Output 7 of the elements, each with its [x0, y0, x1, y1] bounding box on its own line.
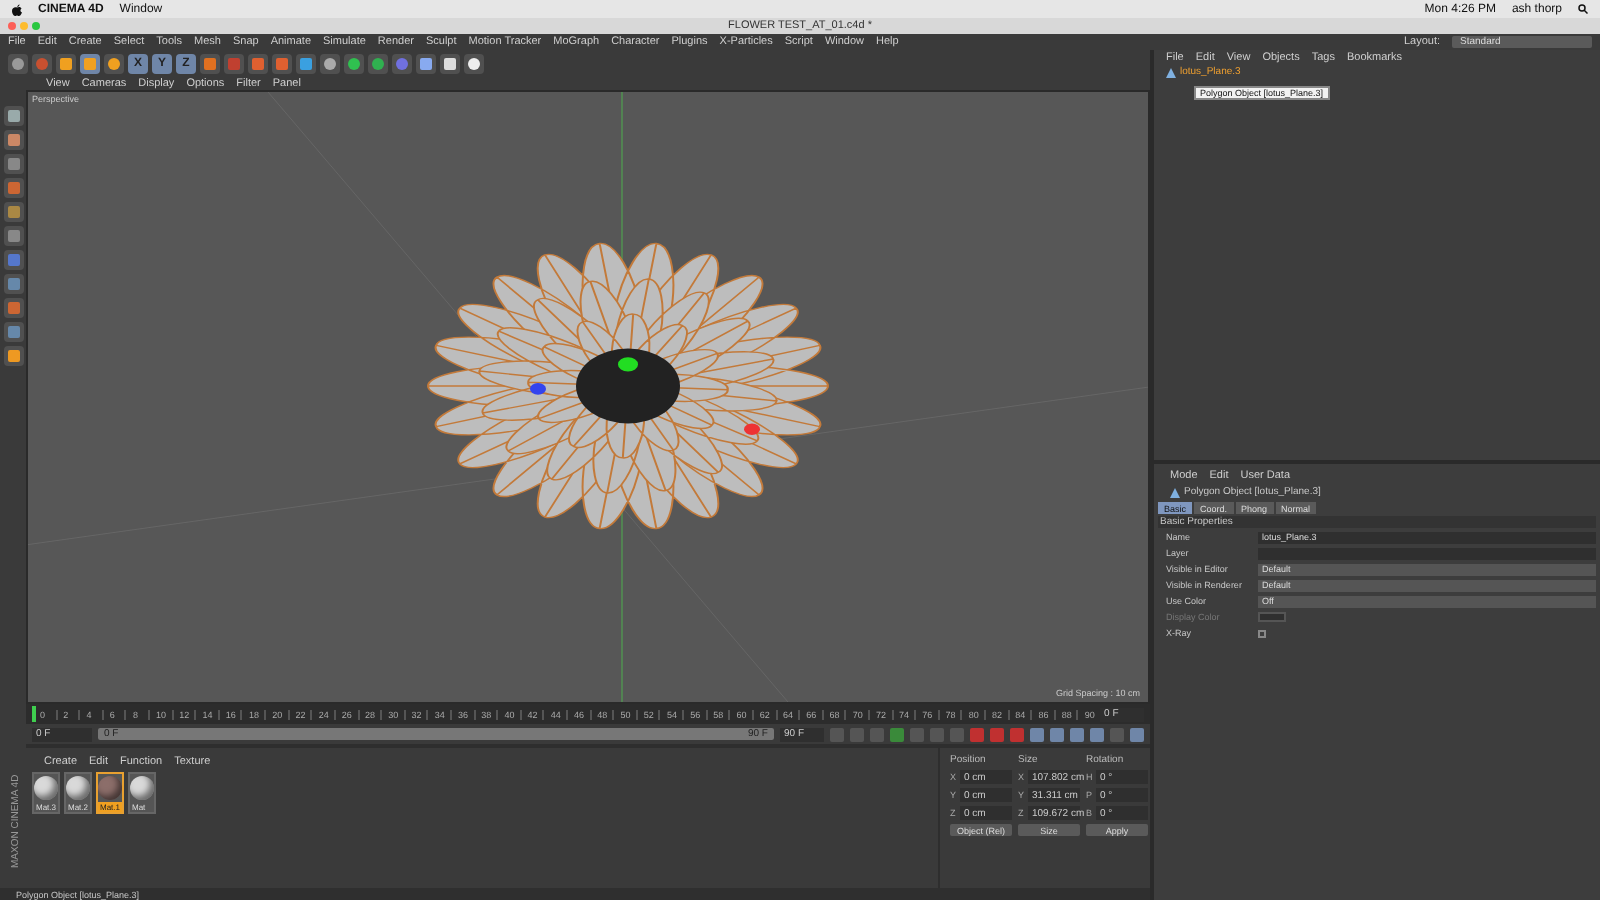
close-icon[interactable]: [8, 22, 16, 30]
apple-logo-icon[interactable]: [12, 3, 22, 15]
polygon-object-icon: [1166, 67, 1176, 77]
checkbox[interactable]: [1258, 629, 1266, 637]
color-swatch[interactable]: [1258, 612, 1286, 622]
search-icon[interactable]: [1578, 4, 1588, 14]
polygon-object-icon: [1170, 487, 1180, 497]
